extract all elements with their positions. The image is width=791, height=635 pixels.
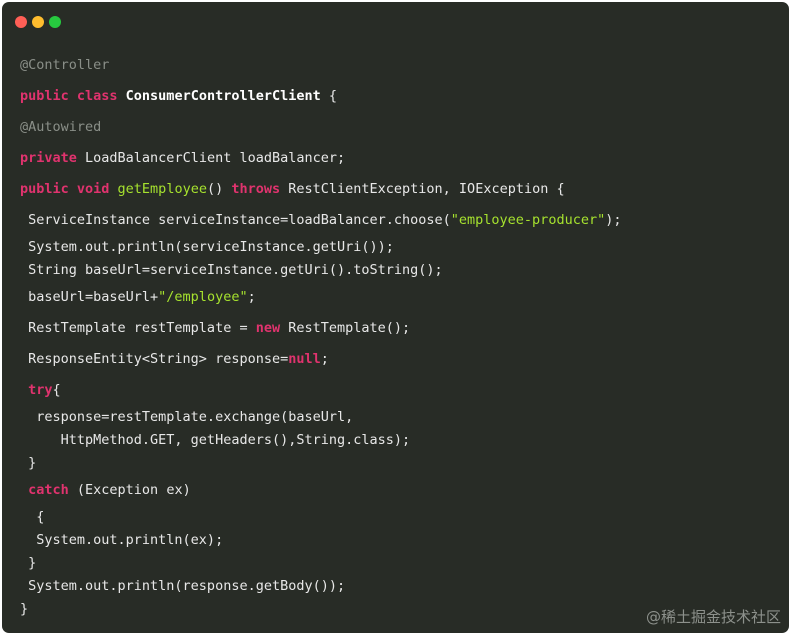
code-token: ); (605, 212, 622, 228)
code-token: ResponseEntity<String> response= (20, 351, 289, 367)
code-line: public class ConsumerControllerClient { (20, 87, 337, 105)
code-token: public class (20, 88, 126, 104)
code-token: public void (20, 181, 118, 197)
code-token: System.out.println(ex); (20, 532, 224, 548)
code-line: response=restTemplate.exchange(baseUrl, (20, 408, 353, 426)
code-token: baseUrl=baseUrl+ (20, 289, 159, 305)
code-line: } (20, 554, 36, 572)
code-line: private LoadBalancerClient loadBalancer; (20, 149, 345, 167)
code-token: System.out.println(response.getBody()); (20, 578, 346, 594)
code-token: ServiceInstance serviceInstance=loadBala… (20, 212, 451, 228)
code-token: catch (28, 482, 69, 498)
code-line: ResponseEntity<String> response=null; (20, 350, 329, 368)
code-token: "/employee" (158, 289, 248, 305)
code-token: @Autowired (20, 119, 102, 135)
code-token: @Controller (20, 57, 110, 73)
code-line: System.out.println(response.getBody()); (20, 577, 345, 595)
code-token: } (20, 555, 37, 571)
code-line: { (20, 508, 44, 526)
code-token: "employee-producer" (450, 212, 606, 228)
minimize-icon[interactable] (32, 16, 44, 28)
code-token: getEmployee (117, 181, 207, 197)
code-token: null (288, 351, 321, 367)
code-token: response=restTemplate.exchange(baseUrl, (20, 409, 354, 425)
code-line: @Autowired (20, 118, 101, 136)
code-token: private (20, 150, 77, 166)
code-token: } (20, 601, 29, 617)
code-token: new (255, 320, 281, 336)
code-token: () (206, 181, 232, 197)
code-token: (Exception ex) (68, 482, 191, 498)
code-line: } (20, 454, 36, 472)
code-token: HttpMethod.GET, getHeaders(),String.clas… (20, 432, 411, 448)
code-token: RestTemplate(); (280, 320, 411, 336)
code-token: String baseUrl=serviceInstance.getUri().… (20, 262, 443, 278)
code-line: baseUrl=baseUrl+"/employee"; (20, 288, 256, 306)
code-token: { (20, 509, 45, 525)
code-line: @Controller (20, 56, 109, 74)
code-token: { (320, 88, 338, 104)
code-token: LoadBalancerClient loadBalancer; (76, 150, 346, 166)
code-token: ConsumerControllerClient (125, 88, 321, 104)
maximize-icon[interactable] (49, 16, 61, 28)
code-line: try{ (20, 381, 61, 399)
code-line: } (20, 600, 28, 618)
code-line: RestTemplate restTemplate = new RestTemp… (20, 319, 410, 337)
close-icon[interactable] (15, 16, 27, 28)
code-token: ; (247, 289, 256, 305)
code-window: @Controller public class ConsumerControl… (2, 2, 789, 633)
code-token: RestTemplate restTemplate = (20, 320, 256, 336)
code-line: ServiceInstance serviceInstance=loadBala… (20, 211, 621, 229)
code-token: { (52, 382, 61, 398)
watermark: @稀土掘金技术社区 (645, 608, 781, 626)
code-token: RestClientException, IOException { (280, 181, 565, 197)
code-line: String baseUrl=serviceInstance.getUri().… (20, 261, 443, 279)
code-line: public void getEmployee() throws RestCli… (20, 180, 565, 198)
code-token: ; (320, 351, 329, 367)
code-line: System.out.println(ex); (20, 531, 223, 549)
code-token: try (28, 382, 53, 398)
code-token: System.out.println(serviceInstance.getUr… (20, 239, 394, 255)
code-line: HttpMethod.GET, getHeaders(),String.clas… (20, 431, 411, 449)
code-token: throws (231, 181, 281, 197)
code-line: catch (Exception ex) (20, 481, 191, 499)
code-token: } (20, 455, 37, 471)
code-line: System.out.println(serviceInstance.getUr… (20, 238, 394, 256)
